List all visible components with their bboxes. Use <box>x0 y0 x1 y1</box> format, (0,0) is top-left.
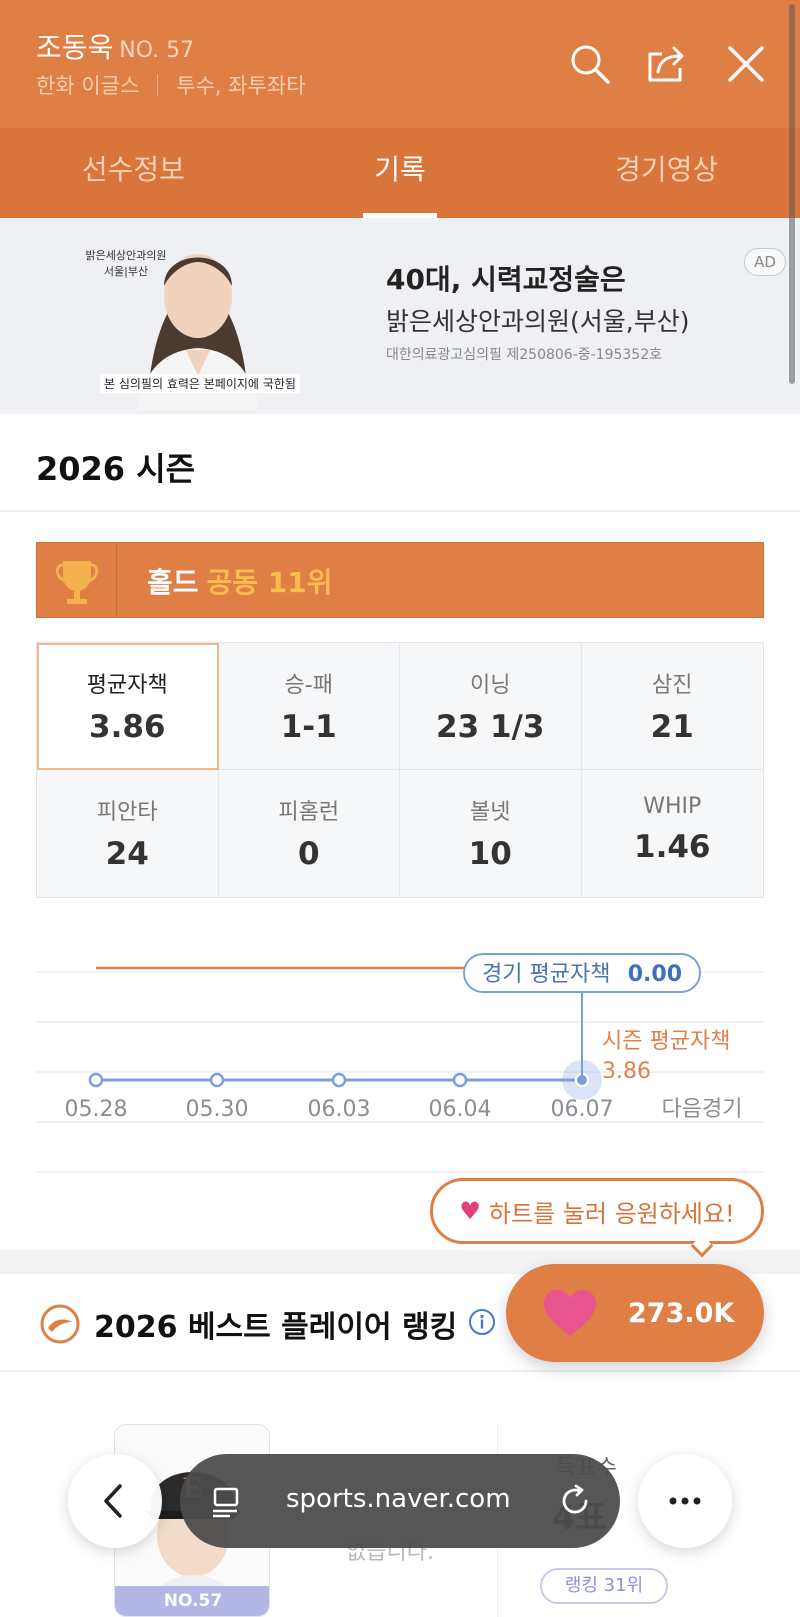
stat-label: 피안타 <box>96 800 158 825</box>
position-text: 투수, 좌투좌타 <box>176 74 306 98</box>
game-era-point <box>209 1072 225 1088</box>
divider <box>0 1370 800 1372</box>
player-meta: 한화 이글스 투수, 좌투좌타 <box>36 70 306 100</box>
stat-value: 3.86 <box>89 709 166 745</box>
tab-bar: 선수정보 기록 경기영상 <box>0 128 800 218</box>
season-era-value: 3.86 <box>602 1059 651 1084</box>
ranking-title: 2026 베스트 플레이어 랭킹 <box>94 1310 458 1345</box>
card-number: NO.57 <box>115 1586 269 1616</box>
heart-icon: ♥ <box>459 1197 481 1225</box>
info-icon[interactable] <box>468 1308 496 1336</box>
more-icon <box>669 1497 701 1505</box>
browser-url-bar[interactable]: sports.naver.com <box>180 1454 620 1548</box>
x-tick-label: 다음경기 <box>662 1097 743 1122</box>
team-name[interactable]: 한화 이글스 <box>36 70 139 100</box>
tab-player-info[interactable]: 선수정보 <box>0 128 267 218</box>
stat-home-runs-allowed[interactable]: 피홈런 0 <box>219 770 400 897</box>
stat-value: 10 <box>468 836 512 872</box>
game-era-tooltip-label: 경기 평균자책 <box>482 962 610 987</box>
close-icon[interactable] <box>724 42 768 86</box>
cheer-text: 하트를 눌러 응원하세요! <box>488 1199 735 1228</box>
tab-videos[interactable]: 경기영상 <box>533 128 800 218</box>
share-icon[interactable] <box>644 42 688 86</box>
player-name: 조동욱 <box>36 31 114 64</box>
stat-value: 21 <box>650 709 694 745</box>
trophy-icon <box>37 543 117 617</box>
stat-value: 1-1 <box>280 709 337 745</box>
stat-label: 이닝 <box>470 673 511 698</box>
ad-hospital-cities: 서울|부산 <box>103 265 149 278</box>
player-name-row: 조동욱 NO. 57 <box>36 26 194 66</box>
season-era-label: 시즌 평균자책 <box>602 1029 730 1054</box>
game-era-point <box>331 1072 347 1088</box>
stat-value: 24 <box>105 836 149 872</box>
tab-records[interactable]: 기록 <box>267 128 534 218</box>
stats-grid: 평균자책 3.86 승-패 1-1 이닝 23 1/3 삼진 21 피안타 24 피홈런 0… <box>36 642 764 898</box>
stat-win-loss[interactable]: 승-패 1-1 <box>218 643 400 770</box>
game-era-point <box>452 1072 468 1088</box>
ad-title: 40대, 시력교정술은 <box>386 263 626 296</box>
scrollbar[interactable] <box>789 4 795 384</box>
era-chart[interactable]: 경기 평균자책 0.00 시즌 평균자책 3.86 05.28 05.30 06.03 06.… <box>0 924 800 1214</box>
url-text: sports.naver.com <box>286 1484 511 1514</box>
heart-icon <box>544 1290 596 1336</box>
player-header: 조동욱 NO. 57 한화 이글스 투수, 좌투좌타 <box>0 0 800 128</box>
stat-label: 평균자책 <box>86 673 168 698</box>
stat-label: 승-패 <box>284 673 333 698</box>
reader-icon[interactable] <box>210 1484 244 1518</box>
cheer-tooltip: ♥ 하트를 눌러 응원하세요! <box>430 1178 764 1244</box>
reload-icon[interactable] <box>558 1484 592 1518</box>
stat-walks[interactable]: 볼넷 10 <box>400 770 582 897</box>
stat-label: 삼진 <box>652 673 693 698</box>
stat-innings[interactable]: 이닝 23 1/3 <box>400 643 582 770</box>
hold-label: 홀드 <box>147 566 199 599</box>
heart-cheer-button[interactable]: 273.0K <box>506 1264 764 1362</box>
season-section: 2026 시즌 홀드 공동 11위 평균자책 3.86 승-패 1-1 이닝 23 1/… <box>0 414 800 1250</box>
ad-approval-number: 대한의료광고심의필 제250806-중-195352호 <box>386 347 662 363</box>
x-tick-label: 06.07 <box>551 1097 614 1122</box>
ad-banner[interactable]: 밝은세상안과의원 서울|부산 본 심의필의 효력은 본페이지에 국한됨 40대,… <box>0 218 800 414</box>
search-icon[interactable] <box>568 42 612 86</box>
eagles-logo-icon <box>40 1304 80 1344</box>
ad-subtitle: 밝은세상안과의원(서울,부산) <box>386 307 690 336</box>
hold-rank-text: 홀드 공동 11위 <box>147 561 333 601</box>
ad-hospital-logo: 밝은세상안과의원 서울|부산 <box>66 248 186 280</box>
game-era-tooltip-value: 0.00 <box>628 962 682 987</box>
x-tick-label: 05.30 <box>186 1097 249 1122</box>
hold-rank-bar: 홀드 공동 11위 <box>36 542 764 618</box>
stat-strikeouts[interactable]: 삼진 21 <box>581 643 763 770</box>
stat-label: 피홈런 <box>278 800 340 825</box>
stat-label: 볼넷 <box>470 800 511 825</box>
ad-disclaimer: 본 심의필의 효력은 본페이지에 국한됨 <box>100 374 300 393</box>
meta-divider <box>157 74 159 96</box>
season-title: 2026 시즌 <box>36 450 196 488</box>
chevron-left-icon <box>104 1484 122 1518</box>
x-tick-label: 06.03 <box>308 1097 371 1122</box>
x-tick-label: 05.28 <box>65 1097 128 1122</box>
stat-value: 0 <box>297 836 320 872</box>
player-number: NO. 57 <box>119 38 195 63</box>
divider <box>0 510 800 512</box>
hold-rank-value: 공동 11위 <box>206 566 333 599</box>
browser-more-button[interactable] <box>638 1454 732 1548</box>
page: 조동욱NO. 57 한화 이글스 투수, 좌투좌타 선수정보 기록 경기영상 <box>0 0 800 1617</box>
browser-back-button[interactable] <box>68 1454 162 1548</box>
stat-label: WHIP <box>643 794 702 819</box>
stat-hits-allowed[interactable]: 피안타 24 <box>37 770 219 897</box>
ad-badge[interactable]: AD <box>744 248 786 276</box>
ad-hospital-name: 밝은세상안과의원 <box>85 249 167 262</box>
stat-value: 23 1/3 <box>436 709 545 745</box>
heart-count: 273.0K <box>628 1297 735 1329</box>
stat-era[interactable]: 평균자책 3.86 <box>37 643 219 770</box>
stat-value: 1.46 <box>634 829 711 865</box>
game-era-point <box>88 1072 104 1088</box>
rank-pill[interactable]: 랭킹 31위 <box>540 1568 668 1604</box>
x-tick-label: 06.04 <box>429 1097 492 1122</box>
stat-whip[interactable]: WHIP 1.46 <box>582 770 764 897</box>
